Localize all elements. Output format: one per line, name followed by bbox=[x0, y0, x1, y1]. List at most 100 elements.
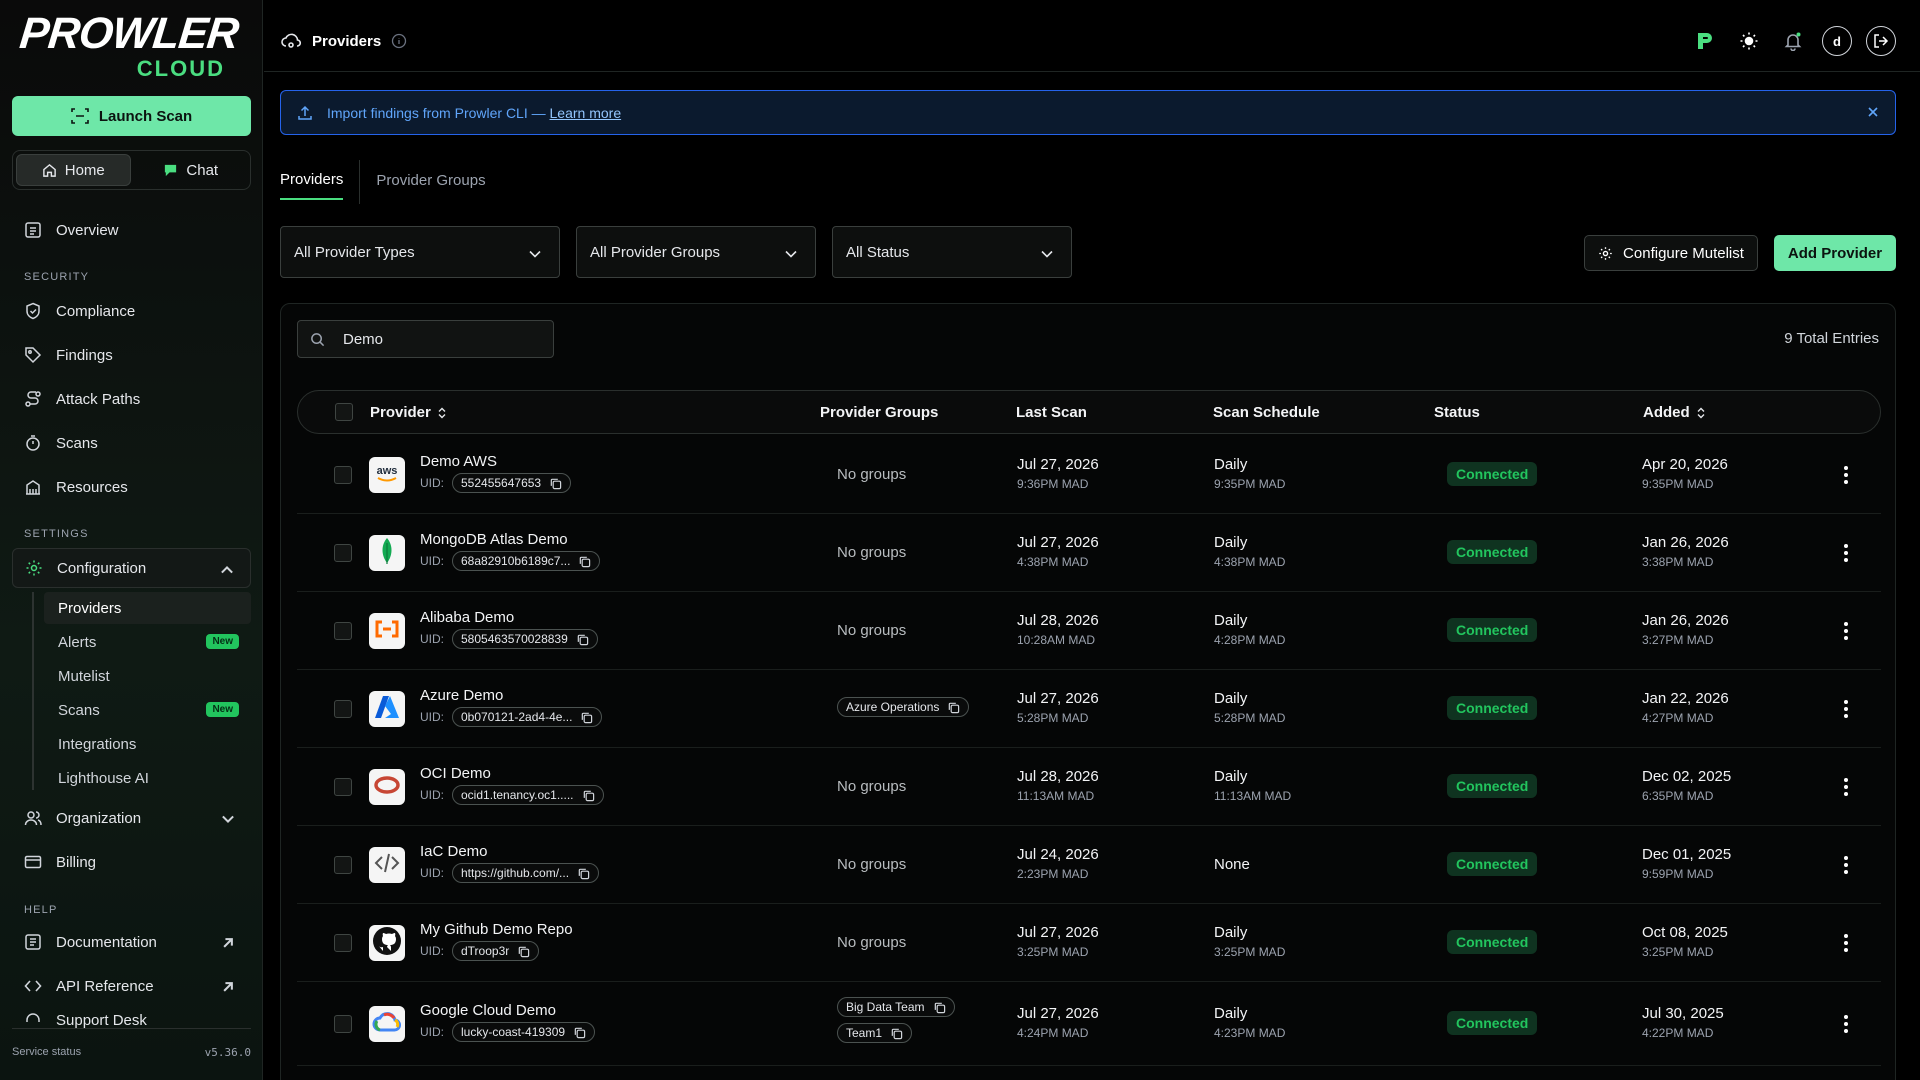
table-row[interactable]: Alibaba Demo UID: 5805463570028839 No group… bbox=[297, 592, 1881, 670]
uid-chip[interactable]: dTroop3r bbox=[452, 941, 540, 961]
more-vertical-icon[interactable] bbox=[1843, 465, 1849, 485]
row-checkbox[interactable] bbox=[334, 700, 352, 718]
more-vertical-icon[interactable] bbox=[1843, 543, 1849, 563]
nav-documentation[interactable]: Documentation bbox=[12, 922, 251, 962]
nav-compliance[interactable]: Compliance bbox=[12, 291, 251, 331]
nav-attack-paths[interactable]: Attack Paths bbox=[12, 379, 251, 419]
submenu-scans[interactable]: Scans New bbox=[44, 694, 251, 726]
prowler-p-button[interactable] bbox=[1690, 26, 1720, 56]
provider-name[interactable]: Alibaba Demo bbox=[420, 609, 514, 626]
copy-icon[interactable] bbox=[573, 1026, 586, 1039]
provider-name[interactable]: Azure Demo bbox=[420, 687, 503, 704]
close-icon[interactable] bbox=[1865, 104, 1881, 120]
configure-mutelist-button[interactable]: Configure Mutelist bbox=[1584, 235, 1758, 271]
col-provider[interactable]: Provider bbox=[370, 404, 447, 421]
group-chip[interactable]: Big Data Team bbox=[837, 997, 955, 1017]
row-checkbox[interactable] bbox=[334, 934, 352, 952]
more-vertical-icon[interactable] bbox=[1843, 933, 1849, 953]
provider-type-select[interactable]: All Provider Types bbox=[280, 226, 560, 278]
uid-chip[interactable]: lucky-coast-419309 bbox=[452, 1022, 596, 1042]
info-icon[interactable] bbox=[391, 33, 407, 49]
row-actions-button[interactable] bbox=[1843, 543, 1849, 567]
copy-icon[interactable] bbox=[576, 633, 589, 646]
table-row[interactable]: MongoDB Atlas Demo UID: 68a82910b6189c7...… bbox=[297, 514, 1881, 592]
add-provider-button[interactable]: Add Provider bbox=[1774, 235, 1896, 271]
copy-icon[interactable] bbox=[577, 867, 590, 880]
row-checkbox[interactable] bbox=[334, 856, 352, 874]
nav-scans[interactable]: Scans bbox=[12, 423, 251, 463]
provider-name[interactable]: My Github Demo Repo bbox=[420, 921, 573, 938]
provider-name[interactable]: Demo AWS bbox=[420, 453, 497, 470]
row-actions-button[interactable] bbox=[1843, 855, 1849, 879]
nav-api-reference[interactable]: API Reference bbox=[12, 966, 251, 1006]
row-actions-button[interactable] bbox=[1843, 465, 1849, 489]
home-toggle[interactable]: Home bbox=[16, 154, 131, 186]
table-row[interactable]: Google Cloud Demo UID: lucky-coast-419309 B… bbox=[297, 982, 1881, 1066]
copy-icon[interactable] bbox=[947, 701, 960, 714]
copy-icon[interactable] bbox=[933, 1001, 946, 1014]
provider-group-select[interactable]: All Provider Groups bbox=[576, 226, 816, 278]
nav-findings[interactable]: Findings bbox=[12, 335, 251, 375]
more-vertical-icon[interactable] bbox=[1843, 777, 1849, 797]
avatar[interactable]: d bbox=[1822, 26, 1852, 56]
tab-providers[interactable]: Providers bbox=[280, 160, 344, 200]
table-row[interactable]: aws Demo AWS UID: 552455647653 No groups Jul … bbox=[297, 436, 1881, 514]
row-checkbox[interactable] bbox=[334, 544, 352, 562]
submenu-providers[interactable]: Providers bbox=[44, 592, 251, 624]
submenu-alerts[interactable]: Alerts New bbox=[44, 626, 251, 658]
chat-toggle[interactable]: Chat bbox=[135, 154, 248, 186]
row-actions-button[interactable] bbox=[1843, 621, 1849, 645]
uid-chip[interactable]: ocid1.tenancy.oc1..... bbox=[452, 785, 604, 805]
copy-icon[interactable] bbox=[890, 1027, 903, 1040]
row-actions-button[interactable] bbox=[1843, 933, 1849, 957]
more-vertical-icon[interactable] bbox=[1843, 1014, 1849, 1034]
provider-name[interactable]: IaC Demo bbox=[420, 843, 488, 860]
select-all-checkbox[interactable] bbox=[335, 403, 353, 421]
copy-icon[interactable] bbox=[578, 555, 591, 568]
submenu-integrations[interactable]: Integrations bbox=[44, 728, 251, 760]
more-vertical-icon[interactable] bbox=[1843, 621, 1849, 641]
nav-overview[interactable]: Overview bbox=[12, 210, 251, 250]
nav-support-desk[interactable]: Support Desk bbox=[12, 1012, 251, 1028]
table-row[interactable]: IaC Demo UID: https://github.com/... No gro… bbox=[297, 826, 1881, 904]
prowler-logo[interactable]: PROWLER CLOUD bbox=[17, 9, 240, 82]
row-checkbox[interactable] bbox=[334, 622, 352, 640]
notifications-button[interactable] bbox=[1778, 26, 1808, 56]
uid-chip[interactable]: 552455647653 bbox=[452, 473, 572, 493]
row-actions-button[interactable] bbox=[1843, 777, 1849, 801]
service-status-link[interactable]: Service status bbox=[12, 1046, 81, 1059]
table-row[interactable]: Azure Demo UID: 0b070121-2ad4-4e... Azure O… bbox=[297, 670, 1881, 748]
provider-name[interactable]: MongoDB Atlas Demo bbox=[420, 531, 568, 548]
group-chip[interactable]: Team1 bbox=[837, 1023, 913, 1043]
table-row[interactable]: My Github Demo Repo UID: dTroop3r No groups… bbox=[297, 904, 1881, 982]
row-checkbox[interactable] bbox=[334, 1015, 352, 1033]
submenu-lighthouse-ai[interactable]: Lighthouse AI bbox=[44, 762, 251, 794]
uid-chip[interactable]: https://github.com/... bbox=[452, 863, 600, 883]
theme-toggle[interactable] bbox=[1734, 26, 1764, 56]
nav-billing[interactable]: Billing bbox=[12, 842, 251, 882]
learn-more-link[interactable]: Learn more bbox=[550, 105, 622, 121]
row-actions-button[interactable] bbox=[1843, 1014, 1849, 1038]
uid-chip[interactable]: 68a82910b6189c7... bbox=[452, 551, 601, 571]
status-select[interactable]: All Status bbox=[832, 226, 1072, 278]
more-vertical-icon[interactable] bbox=[1843, 699, 1849, 719]
provider-name[interactable]: Google Cloud Demo bbox=[420, 1002, 556, 1019]
submenu-mutelist[interactable]: Mutelist bbox=[44, 660, 251, 692]
search-input[interactable]: Demo bbox=[297, 320, 554, 358]
row-checkbox[interactable] bbox=[334, 466, 352, 484]
provider-name[interactable]: OCI Demo bbox=[420, 765, 491, 782]
launch-scan-button[interactable]: Launch Scan bbox=[12, 96, 251, 136]
nav-organization[interactable]: Organization bbox=[12, 798, 251, 838]
table-row[interactable]: OCI Demo UID: ocid1.tenancy.oc1..... No gro… bbox=[297, 748, 1881, 826]
nav-resources[interactable]: Resources bbox=[12, 467, 251, 507]
sign-out-button[interactable] bbox=[1866, 26, 1896, 56]
col-added[interactable]: Added bbox=[1643, 404, 1706, 421]
uid-chip[interactable]: 0b070121-2ad4-4e... bbox=[452, 707, 603, 727]
row-checkbox[interactable] bbox=[334, 778, 352, 796]
nav-configuration[interactable]: Configuration bbox=[12, 548, 251, 588]
copy-icon[interactable] bbox=[580, 711, 593, 724]
uid-chip[interactable]: 5805463570028839 bbox=[452, 629, 598, 649]
more-vertical-icon[interactable] bbox=[1843, 855, 1849, 875]
copy-icon[interactable] bbox=[549, 477, 562, 490]
copy-icon[interactable] bbox=[517, 945, 530, 958]
